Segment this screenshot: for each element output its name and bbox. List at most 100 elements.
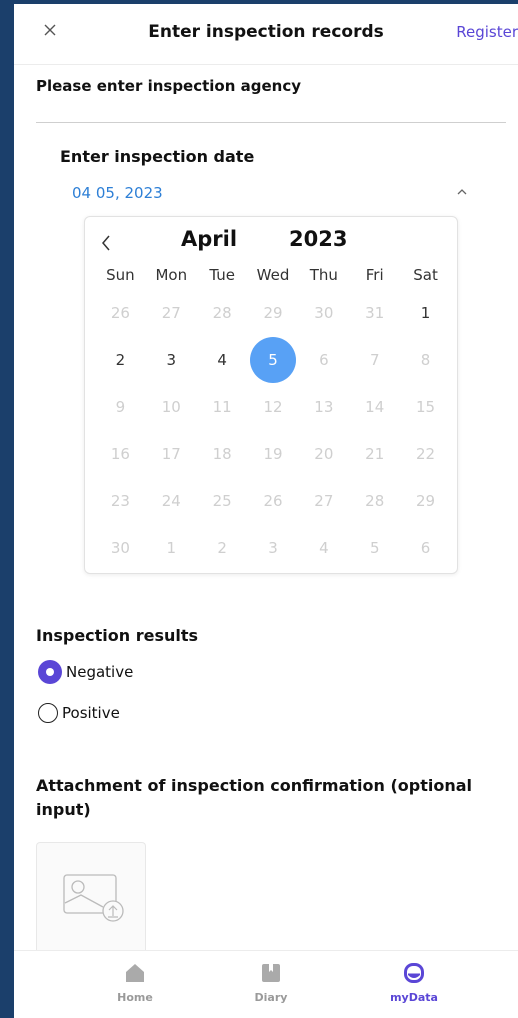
calendar-day-number: 25 <box>212 491 232 510</box>
calendar-day[interactable]: 28 <box>349 477 400 524</box>
calendar-day-number: 1 <box>166 538 177 557</box>
calendar-day-number: 9 <box>115 397 126 416</box>
weekday-header: Mon <box>155 266 188 284</box>
weekday-header: Sun <box>106 266 135 284</box>
calendar-day[interactable]: 3 <box>146 336 197 383</box>
weekday-header: Sat <box>413 266 438 284</box>
weekday-header: Wed <box>256 266 290 284</box>
calendar-day-number: 15 <box>416 397 436 416</box>
calendar-month[interactable]: April <box>181 227 237 251</box>
calendar-day-number: 5 <box>369 538 380 557</box>
calendar-day[interactable]: 14 <box>349 383 400 430</box>
calendar-day-number: 8 <box>420 350 431 369</box>
nav-mydata-label: myData <box>390 991 438 1004</box>
calendar-day-number: 2 <box>217 538 227 557</box>
calendar-day-number: 17 <box>161 444 181 463</box>
nav-home[interactable]: Home <box>90 961 180 1004</box>
calendar-day[interactable]: 3 <box>248 524 299 571</box>
calendar-day-number: 30 <box>110 538 130 557</box>
calendar-day[interactable]: 13 <box>298 383 349 430</box>
calendar-day-number: 4 <box>217 350 227 369</box>
calendar-day[interactable]: 26 <box>95 289 146 336</box>
calendar-day[interactable]: 9 <box>95 383 146 430</box>
calendar-day[interactable]: 20 <box>298 430 349 477</box>
calendar-day-number: 5 <box>249 336 296 383</box>
calendar-day[interactable]: 21 <box>349 430 400 477</box>
chevron-left-icon <box>102 235 110 251</box>
calendar-day-number: 1 <box>420 303 431 322</box>
weekday-header: Fri <box>365 266 384 284</box>
calendar-day[interactable]: 15 <box>400 383 451 430</box>
radio-negative[interactable]: Negative <box>38 660 133 684</box>
calendar-day[interactable]: 26 <box>248 477 299 524</box>
calendar-day[interactable]: 2 <box>197 524 248 571</box>
calendar-day[interactable]: 16 <box>95 430 146 477</box>
prev-month-button[interactable] <box>97 231 115 255</box>
calendar-day[interactable]: 18 <box>197 430 248 477</box>
close-button[interactable] <box>38 18 62 42</box>
nav-diary[interactable]: Diary <box>226 961 316 1004</box>
calendar-day-number: 4 <box>319 538 329 557</box>
calendar-day[interactable]: 24 <box>146 477 197 524</box>
page-title: Enter inspection records <box>148 22 384 42</box>
calendar-day-number: 6 <box>420 538 431 557</box>
calendar-day-number: 24 <box>161 491 181 510</box>
calendar-day[interactable]: 28 <box>197 289 248 336</box>
calendar-day-number: 11 <box>212 397 232 416</box>
agency-label: Please enter inspection agency <box>36 77 302 95</box>
calendar-day[interactable]: 6 <box>400 524 451 571</box>
calendar-day[interactable]: 6 <box>298 336 349 383</box>
calendar-day[interactable]: 11 <box>197 383 248 430</box>
diary-icon <box>262 964 280 982</box>
calendar-day[interactable]: 27 <box>146 289 197 336</box>
calendar-day[interactable]: 27 <box>298 477 349 524</box>
calendar-day[interactable]: 1 <box>146 524 197 571</box>
calendar-day[interactable]: 8 <box>400 336 451 383</box>
date-picker-toggle[interactable] <box>454 184 470 200</box>
calendar-day-number: 3 <box>166 350 177 369</box>
date-value[interactable]: 04 05, 2023 <box>72 184 163 202</box>
calendar-day[interactable]: 12 <box>248 383 299 430</box>
calendar-day[interactable]: 19 <box>248 430 299 477</box>
radio-positive[interactable]: Positive <box>38 701 120 725</box>
mydata-icon <box>404 963 424 983</box>
calendar-day[interactable]: 29 <box>248 289 299 336</box>
calendar-picker: April 2023 Sun Mon Tue Wed Thu Fri Sat 26 27 28 29… <box>84 216 458 574</box>
calendar-day[interactable]: 29 <box>400 477 451 524</box>
calendar-day[interactable]: 30 <box>298 289 349 336</box>
weekday-header: Thu <box>309 266 338 284</box>
calendar-day[interactable]: 7 <box>349 336 400 383</box>
calendar-day[interactable]: 17 <box>146 430 197 477</box>
calendar-day-number: 29 <box>263 303 283 322</box>
calendar-day[interactable]: 30 <box>95 524 146 571</box>
calendar-day[interactable]: 2 <box>95 336 146 383</box>
calendar-day-number: 26 <box>263 491 283 510</box>
calendar-day-number: 28 <box>212 303 232 322</box>
calendar-day[interactable]: 10 <box>146 383 197 430</box>
agency-input[interactable] <box>36 104 506 123</box>
calendar-day[interactable]: 4 <box>298 524 349 571</box>
calendar-day-number: 28 <box>365 491 385 510</box>
calendar-day[interactable]: 1 <box>400 289 451 336</box>
calendar-day[interactable]: 31 <box>349 289 400 336</box>
calendar-day-number: 2 <box>115 350 126 369</box>
app-screen: Enter inspection records Register Please… <box>14 4 518 1018</box>
calendar-day-selected[interactable]: 5 <box>248 336 299 383</box>
upload-image-button[interactable] <box>36 842 146 953</box>
calendar-grid: Sun Mon Tue Wed Thu Fri Sat 26 27 28 29 30 31 1 2 3 4 5 6 7… <box>95 261 451 571</box>
calendar-day[interactable]: 25 <box>197 477 248 524</box>
calendar-day[interactable]: 22 <box>400 430 451 477</box>
calendar-day-number: 21 <box>365 444 385 463</box>
weekday-header: Tue <box>209 266 235 284</box>
date-label: Enter inspection date <box>60 147 255 166</box>
calendar-day-number: 29 <box>416 491 436 510</box>
register-button[interactable]: Register <box>456 23 518 41</box>
radio-unselected-icon <box>38 703 58 723</box>
calendar-day[interactable]: 23 <box>95 477 146 524</box>
nav-mydata[interactable]: myData <box>369 961 459 1004</box>
calendar-day[interactable]: 4 <box>197 336 248 383</box>
calendar-year[interactable]: 2023 <box>289 227 347 251</box>
calendar-day-number: 16 <box>110 444 130 463</box>
calendar-day[interactable]: 5 <box>349 524 400 571</box>
radio-selected-icon <box>38 660 62 684</box>
